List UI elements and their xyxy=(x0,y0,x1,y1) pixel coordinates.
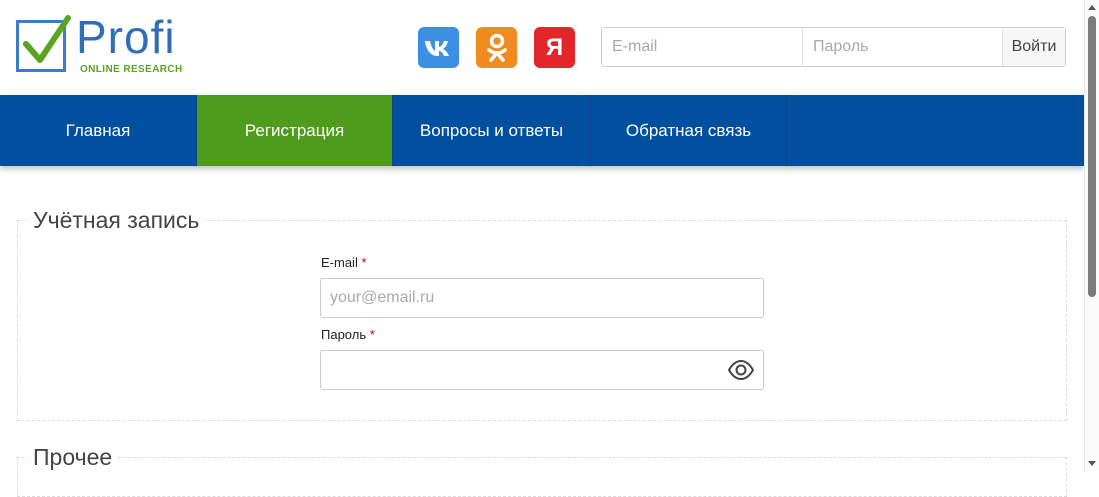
yandex-button[interactable]: Я xyxy=(534,27,575,68)
odnoklassniki-button[interactable] xyxy=(476,27,517,68)
required-mark: * xyxy=(361,255,367,270)
nav-item-home[interactable]: Главная xyxy=(0,95,197,166)
nav-item-faq[interactable]: Вопросы и ответы xyxy=(393,95,591,166)
main-nav: Главная Регистрация Вопросы и ответы Обр… xyxy=(0,95,1084,166)
scroll-down-arrow-icon[interactable] xyxy=(1088,461,1096,466)
scroll-thumb[interactable] xyxy=(1088,16,1096,297)
site-header: Profi ONLINE RESEARCH Я Войти xyxy=(0,0,1084,95)
other-legend: Прочее xyxy=(28,443,118,471)
email-label-text: E-mail xyxy=(321,255,358,270)
vk-button[interactable] xyxy=(418,27,459,68)
page-scrollbar[interactable] xyxy=(1084,0,1099,471)
password-field[interactable] xyxy=(320,350,764,390)
scroll-up-arrow-icon[interactable] xyxy=(1088,5,1096,10)
email-input[interactable] xyxy=(321,279,763,317)
yandex-icon: Я xyxy=(545,33,564,61)
email-label: E-mail * xyxy=(321,255,367,270)
email-field[interactable] xyxy=(320,278,764,318)
other-fieldset: Прочее xyxy=(17,443,1067,497)
account-legend: Учётная запись xyxy=(28,206,205,234)
password-label-text: Пароль xyxy=(321,327,367,342)
vk-icon xyxy=(424,40,449,56)
eye-icon[interactable] xyxy=(727,359,755,381)
password-label: Пароль * xyxy=(321,327,375,342)
profi-logo[interactable]: Profi ONLINE RESEARCH xyxy=(16,12,196,78)
check-mark-icon xyxy=(23,15,71,63)
password-input[interactable] xyxy=(321,351,763,389)
nav-item-feedback[interactable]: Обратная связь xyxy=(591,95,787,166)
account-fieldset: Учётная запись E-mail * Пароль * xyxy=(17,206,1067,421)
ok-icon xyxy=(486,33,507,62)
nav-item-registration[interactable]: Регистрация xyxy=(197,95,393,166)
required-mark: * xyxy=(369,327,375,342)
login-button[interactable]: Войти xyxy=(1003,28,1065,66)
header-login-form: Войти xyxy=(601,27,1066,67)
header-email-input[interactable] xyxy=(602,28,803,66)
logo-subtitle: ONLINE RESEARCH xyxy=(80,64,183,75)
logo-wordmark: Profi xyxy=(76,11,176,63)
header-password-input[interactable] xyxy=(803,28,1003,66)
